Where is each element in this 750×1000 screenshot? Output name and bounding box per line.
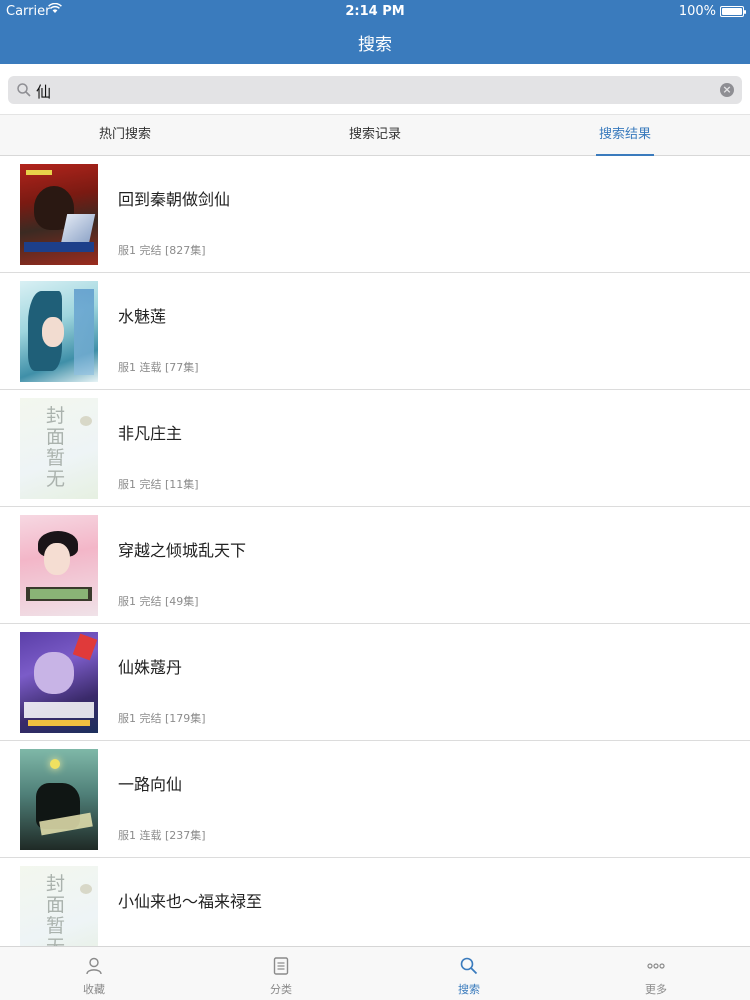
search-query-text[interactable]: 仙 [36,81,51,102]
book-meta: 服1 完结 [179集] [118,712,206,725]
tabbar-more[interactable]: 更多 [626,947,686,1000]
book-title: 非凡庄主 [118,424,183,443]
placeholder-text: 封面暂无 [46,873,66,947]
bottom-tab-bar: 收藏 分类 搜索 更多 [0,946,750,1000]
battery-percent: 100% [678,4,716,19]
tab-search-results[interactable]: 搜索结果 [596,115,654,156]
tabbar-label: 更多 [645,983,667,996]
book-title: 一路向仙 [118,775,183,794]
segment-tabs: 热门搜索 搜索记录 搜索结果 [0,114,750,156]
book-meta: 服1 连载 [237集] [118,829,206,842]
book-title: 仙姝蔻丹 [118,658,183,677]
clear-icon[interactable]: × [720,83,734,97]
book-title: 穿越之倾城乱天下 [118,541,247,560]
cover-placeholder: 封面暂无 [20,866,98,946]
list-item[interactable]: 水魅莲 服1 连载 [77集] [0,273,750,390]
placeholder-text: 封面暂无 [46,405,66,490]
book-cover [20,281,98,382]
tabbar-label: 收藏 [83,983,105,996]
search-area: 仙 × [0,64,750,114]
book-cover [20,749,98,850]
book-title: 小仙来也～福来禄至 [118,892,263,911]
book-meta: 服1 完结 [49集] [118,595,199,608]
tabbar-category[interactable]: 分类 [251,947,311,1000]
cover-placeholder: 封面暂无 [20,398,98,499]
list-item[interactable]: 一路向仙 服1 连载 [237集] [0,741,750,858]
list-item[interactable]: 仙姝蔻丹 服1 完结 [179集] [0,624,750,741]
search-input[interactable]: 仙 × [8,76,742,104]
tabbar-favorites[interactable]: 收藏 [64,947,124,1000]
book-cover [20,515,98,616]
book-cover [20,164,98,265]
book-meta: 服1 完结 [11集] [118,478,199,491]
battery-icon [720,6,746,17]
book-cover: 封面暂无 [20,398,98,499]
book-cover: 封面暂无 [20,866,98,946]
tab-search-history[interactable]: 搜索记录 [338,115,412,156]
tabbar-label: 搜索 [458,983,480,996]
list-item[interactable]: 回到秦朝做剑仙 服1 完结 [827集] [0,156,750,273]
book-meta: 服1 连载 [77集] [118,361,199,374]
tab-hot-search[interactable]: 热门搜索 [88,115,162,156]
list-item[interactable]: 封面暂无 非凡庄主 服1 完结 [11集] [0,390,750,507]
book-meta: 服1 完结 [827集] [118,244,206,257]
search-icon [16,82,32,98]
status-bar: Carrier 2:14 PM 100% [0,0,750,22]
page-title: 搜索 [358,35,392,55]
tabbar-search[interactable]: 搜索 [439,947,499,1000]
header: Carrier 2:14 PM 100% 搜索 [0,0,750,64]
clock: 2:14 PM [345,4,405,19]
book-title: 回到秦朝做剑仙 [118,190,231,209]
book-cover [20,632,98,733]
tabbar-label: 分类 [270,983,292,996]
book-title: 水魅莲 [118,307,167,326]
list-item[interactable]: 穿越之倾城乱天下 服1 完结 [49集] [0,507,750,624]
results-list: 回到秦朝做剑仙 服1 完结 [827集] 水魅莲 服1 连载 [77集] 封面暂… [0,156,750,946]
list-item[interactable]: 封面暂无 小仙来也～福来禄至 [0,858,750,946]
